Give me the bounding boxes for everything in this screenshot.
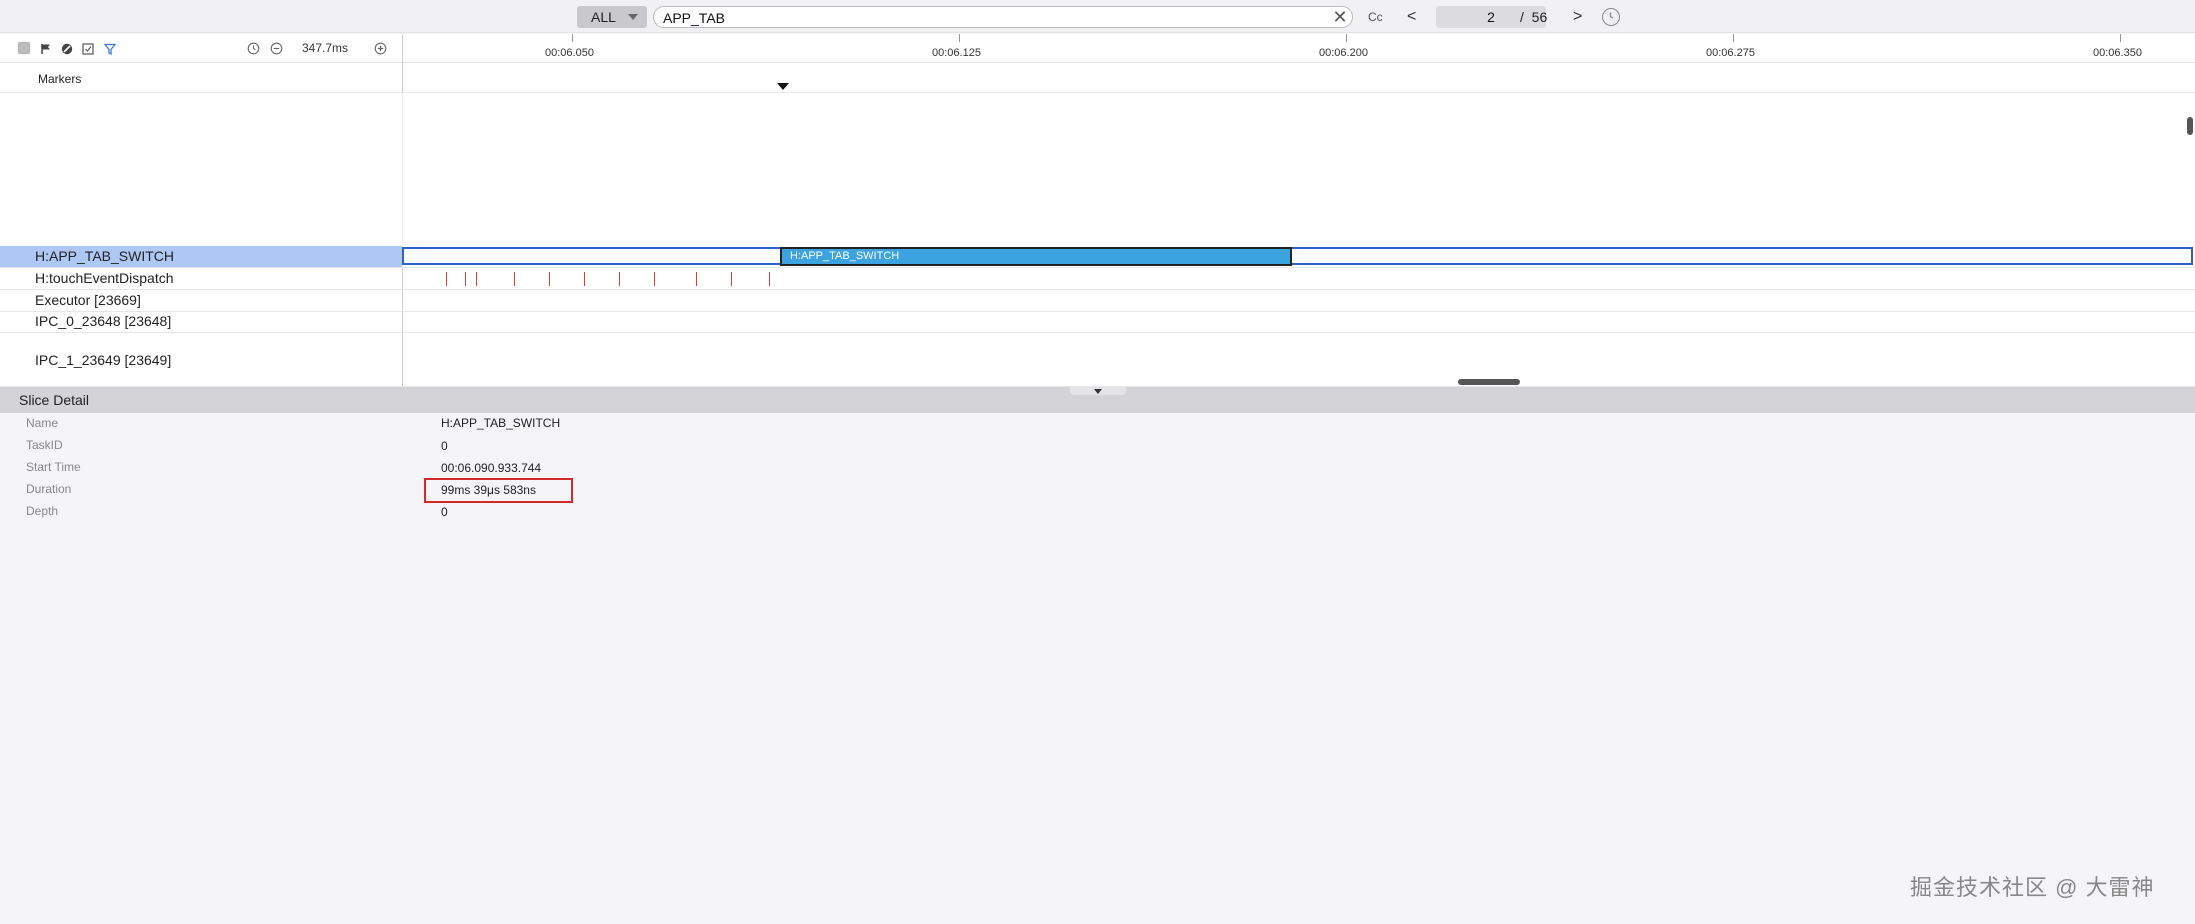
track-touch-event-dispatch[interactable]: H:touchEventDispatch [0,268,2195,290]
close-icon[interactable]: ✕ [1330,6,1350,28]
track-lane[interactable] [402,268,2195,289]
watermark: 掘金技术社区 @ 大雷神 [1910,875,2155,900]
ruler-tick-label: 00:06.200 [1319,47,1368,59]
screenshot-check-icon[interactable] [82,42,94,55]
track-label: H:APP_TAB_SWITCH [35,248,174,264]
detail-title: Slice Detail [19,392,90,408]
empty-lane [402,93,2195,246]
ruler-tick [959,34,960,42]
dispatch-slice[interactable] [549,272,550,286]
ruler-tick-label: 00:06.050 [545,47,594,59]
next-match-button[interactable]: > [1573,6,1587,28]
track-lane[interactable] [402,333,2195,386]
dispatch-slice[interactable] [446,272,447,286]
horizontal-scrollbar[interactable] [1458,379,1520,385]
track-executor[interactable]: Executor [23669] [0,290,2195,312]
track-label: IPC_1_23649 [23649] [35,352,172,368]
timeline-header: 347.7ms 00:06.050 00:06.125 00:06.200 00… [0,34,2195,63]
detail-key-start-time: Start Time [26,460,81,474]
previous-match-button[interactable]: < [1407,6,1421,28]
history-clock-icon[interactable] [247,42,260,55]
dispatch-slice[interactable] [731,272,732,286]
track-ipc1[interactable]: IPC_1_23649 [23649] [0,333,2195,387]
track-app-tab-switch[interactable]: H:APP_TAB_SWITCH H:APP_TAB_SWITCH [0,246,2195,268]
scope-label: ALL [591,9,616,25]
ruler-tick-label: 00:06.350 [2093,47,2142,59]
markers-lane[interactable] [402,63,2195,102]
track-lane[interactable] [402,312,2195,332]
dispatch-slice[interactable] [584,272,585,286]
match-separator: / [1520,9,1524,25]
dispatch-slice[interactable] [696,272,697,286]
track-lane[interactable] [402,290,2195,311]
match-case-button[interactable]: Cc [1368,6,1388,28]
duration-highlight-box [424,478,573,503]
detail-panel: Name H:APP_TAB_SWITCH TaskID 0 Start Tim… [0,413,2195,924]
track-label: H:touchEventDispatch [35,270,174,286]
detail-panel-header: Slice Detail [0,387,2195,413]
dispatch-slice[interactable] [465,272,466,286]
no-entry-icon[interactable] [61,42,73,55]
track-empty-area [0,93,2195,246]
zoom-out-icon[interactable] [270,42,283,55]
detail-value-start-time: 00:06.090.933.744 [441,461,542,475]
ruler-tick [2120,34,2121,42]
filter-icon[interactable] [103,42,117,56]
stop-square-icon[interactable] [18,42,30,54]
vertical-scrollbar[interactable] [2187,117,2193,135]
ruler-tick [1733,34,1734,42]
detail-key-depth: Depth [26,504,59,518]
selection-border [402,247,2193,265]
track-names-panel [0,93,402,246]
detail-key-name: Name [26,416,59,430]
dispatch-slice[interactable] [476,272,477,286]
dispatch-slice[interactable] [514,272,515,286]
dispatch-slice[interactable] [654,272,655,286]
detail-key-duration: Duration [26,482,72,496]
track-ipc0[interactable]: IPC_0_23648 [23648] [0,312,2195,333]
zoom-level: 347.7ms [302,41,349,55]
ruler-tick [572,34,573,42]
panel-resize-handle[interactable] [1070,387,1126,395]
time-ruler[interactable]: 00:06.050 00:06.125 00:06.200 00:06.275 … [402,34,2195,63]
dispatch-slice[interactable] [619,272,620,286]
history-clock-icon[interactable] [1602,8,1620,26]
detail-key-taskid: TaskID [26,438,63,452]
detail-value-name: H:APP_TAB_SWITCH [441,416,561,430]
track-label: Executor [23669] [35,292,141,308]
ruler-tick-label: 00:06.125 [932,47,981,59]
chevron-down-icon [628,14,638,20]
dispatch-slice[interactable] [769,272,770,286]
ruler-tick-label: 00:06.275 [1706,47,1755,59]
flag-icon[interactable] [40,42,52,54]
markers-row: Markers [0,63,2195,102]
total-matches: 56 [1531,9,1548,25]
markers-label: Markers [38,72,82,86]
marker-arrow-icon[interactable] [777,83,789,90]
track-label: IPC_0_23648 [23648] [35,313,172,329]
slice-app-tab-switch[interactable]: H:APP_TAB_SWITCH [780,247,1292,266]
match-count: / 56 [1520,6,1600,28]
ruler-tick [1346,34,1347,42]
search-input[interactable]: APP_TAB [653,6,1353,28]
zoom-in-icon[interactable] [374,42,387,55]
detail-value-depth: 0 [441,505,448,519]
detail-value-taskid: 0 [441,439,448,453]
scope-dropdown[interactable]: ALL [577,6,647,28]
search-bar: ALL APP_TAB ✕ Cc < 2 / 56 > [0,0,2195,33]
